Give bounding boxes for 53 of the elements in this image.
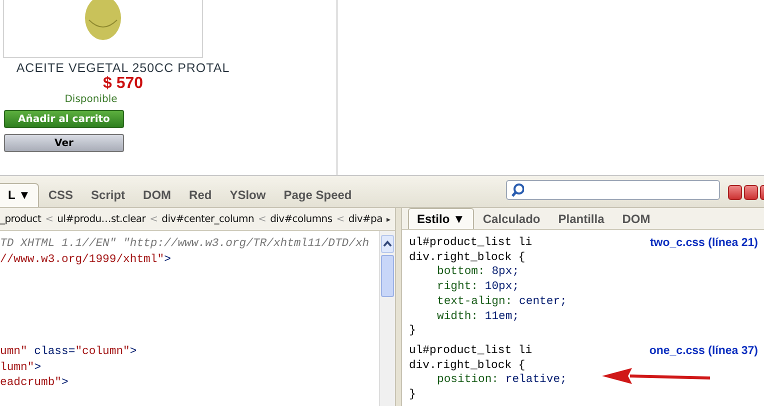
scroll-thumb[interactable] [381,255,394,297]
panel-tab[interactable]: YSlow [220,183,275,207]
css-property: position: relative; [436,373,567,388]
css-selector: div.right_block { [409,358,526,374]
panel-tab[interactable]: CSS [39,183,82,207]
panel-tab[interactable]: Script [82,183,134,207]
stylesheet-link[interactable]: one_c.css (línea 37) [649,344,758,359]
breadcrumb-item[interactable]: div#pa [348,214,382,224]
breadcrumb-separator: < [45,214,54,224]
panel-tab[interactable]: L ▼ [0,183,40,207]
scrollbar[interactable] [379,231,395,406]
code-line: eadcrumb"> [0,376,70,391]
code-line: //www.w3.org/1999/xhtml"> [0,252,172,268]
search-field[interactable] [506,180,720,200]
closing-brace: } [409,388,417,403]
breadcrumb-item[interactable]: div#columns [270,214,332,224]
code-line: lumn"> [0,360,42,376]
panel-tab[interactable]: DOM [134,183,180,207]
side-panel-tab[interactable]: DOM [613,208,660,229]
breadcrumb-separator: < [258,214,266,224]
css-selector: div.right_block { [409,250,526,266]
css-property: bottom: 8px; [436,265,520,280]
side-panel-tab[interactable]: Estilo ▼ [408,208,474,229]
caret-icon [383,240,392,248]
search-icon [511,183,524,197]
css-selector: ul#product_list li [409,236,532,251]
css-property: text-align: center; [436,294,567,310]
breadcrumb-separator: < [150,214,158,224]
css-selector: ul#product_list li [409,344,532,359]
breadcrumb-item[interactable]: _product [0,214,42,224]
more-icon[interactable]: ▸ [386,214,390,224]
panel-tab[interactable]: Red [180,183,221,207]
add-to-cart-button[interactable]: Añadir al carrito [4,110,124,128]
restore-button[interactable] [744,185,758,200]
product-price: $ 570 [102,75,144,93]
stylesheet-link[interactable]: two_c.css (línea 21) [650,236,758,251]
minimize-button[interactable] [728,185,742,200]
product-title: ACEITE VEGETAL 250CC PROTAL [16,61,230,75]
arrow-icon [602,368,712,384]
scroll-up-button[interactable] [381,235,394,253]
closing-brace: } [409,324,417,339]
breadcrumb-separator: < [336,214,344,224]
code-line: TD XHTML 1.1//EN" "http://www.w3.org/TR/xhtml11/DTD/xh [0,237,370,252]
view-button[interactable]: Ver [4,134,124,152]
css-property: width: 11em; [436,310,520,324]
breadcrumb-item[interactable]: div#center_column [162,214,254,224]
css-property: right: 10px; [436,280,520,295]
side-panel-tab[interactable]: Calculado [474,208,550,229]
breadcrumb-item[interactable]: ul#produ…st.clear [57,214,146,224]
panel-tab[interactable]: Page Speed [274,183,361,207]
code-line: umn" class="column"> [0,345,138,360]
availability-label: Disponible [64,93,118,106]
side-panel-tab[interactable]: Plantilla [549,208,614,229]
